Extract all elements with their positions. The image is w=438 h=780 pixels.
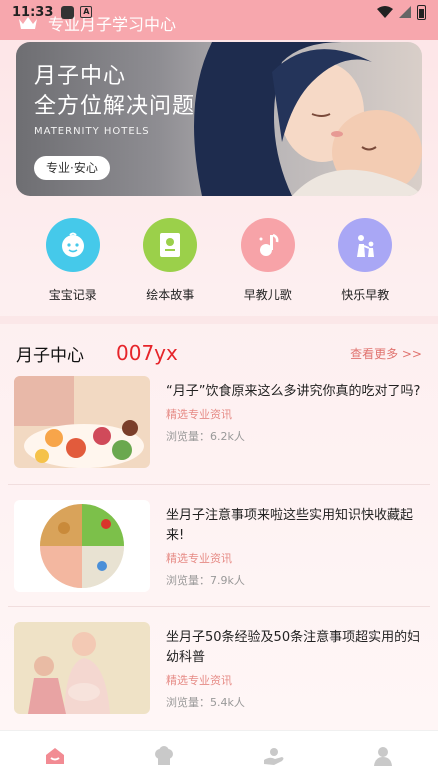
banner-pill: 专业·安心 bbox=[34, 156, 110, 180]
article-title: “月子”饮食原来这么多讲究你真的吃对了吗? bbox=[166, 384, 421, 399]
status-time: 11:33 bbox=[12, 4, 54, 20]
banner-subtitle: MATERNITY HOTELS bbox=[34, 126, 150, 137]
section-title: 月子中心 bbox=[16, 345, 84, 366]
quick-link-happy-early-ed[interactable]: 快乐早教 bbox=[325, 218, 405, 303]
quick-link-picture-book[interactable]: 绘本故事 bbox=[130, 218, 210, 303]
chef-hat-icon bbox=[155, 745, 174, 765]
section-tag: 007yx bbox=[116, 341, 178, 365]
status-bar: 11:33 A bbox=[0, 0, 438, 24]
tab-home[interactable] bbox=[25, 736, 85, 776]
battery-icon bbox=[417, 4, 426, 20]
quick-link-label: 绘本故事 bbox=[146, 288, 195, 302]
parent-child-icon bbox=[338, 218, 393, 272]
home-icon bbox=[45, 747, 64, 764]
article-item[interactable]: “月子”饮食原来这么多讲究你真的吃对了吗? 精选专业资讯 浏览量：6.2k人 bbox=[14, 376, 424, 468]
article-title: 坐月子50条经验及50条注意事项超实用的妇幼科普 bbox=[166, 630, 421, 665]
article-category: 精选专业资讯 bbox=[166, 408, 232, 421]
article-thumbnail bbox=[14, 622, 150, 714]
article-category: 精选专业资讯 bbox=[166, 674, 232, 687]
article-category: 精选专业资讯 bbox=[166, 552, 232, 565]
article-thumbnail bbox=[14, 500, 150, 592]
article-title: 坐月子注意事项来啦这些实用知识快收藏起来! bbox=[166, 508, 414, 543]
baby-face-icon bbox=[45, 218, 100, 272]
signal-icon bbox=[399, 6, 411, 18]
article-views: 浏览量：6.2k人 bbox=[166, 430, 245, 443]
quick-link-nursery-songs[interactable]: 早教儿歌 bbox=[228, 218, 308, 303]
article-thumbnail bbox=[14, 376, 150, 468]
tab-profile[interactable] bbox=[353, 736, 413, 776]
article-body: 坐月子50条经验及50条注意事项超实用的妇幼科普 精选专业资讯 浏览量：5.4k… bbox=[166, 622, 424, 714]
quick-link-baby-record[interactable]: 宝宝记录 bbox=[33, 218, 113, 303]
tab-care[interactable] bbox=[244, 736, 304, 776]
care-hand-icon bbox=[263, 747, 284, 765]
row-separator bbox=[8, 606, 430, 607]
hero-banner[interactable]: 月子中心 全方位解决问题 MATERNITY HOTELS 专业·安心 bbox=[16, 42, 422, 196]
a-indicator-icon: A bbox=[80, 6, 93, 18]
tab-recipes[interactable] bbox=[134, 736, 194, 776]
article-views: 浏览量：7.9k人 bbox=[166, 574, 245, 587]
banner-title: 月子中心 全方位解决问题 bbox=[34, 62, 195, 122]
picture-book-icon bbox=[143, 218, 198, 272]
article-item[interactable]: 坐月子注意事项来啦这些实用知识快收藏起来! 精选专业资讯 浏览量：7.9k人 bbox=[14, 500, 424, 592]
quick-links: 宝宝记录 绘本故事 早教儿歌 快乐早教 bbox=[0, 218, 438, 303]
notification-icon bbox=[61, 5, 75, 19]
banner-title-line1: 月子中心 bbox=[34, 64, 127, 89]
quick-link-label: 快乐早教 bbox=[341, 288, 390, 302]
banner-title-line2: 全方位解决问题 bbox=[34, 94, 196, 119]
article-views: 浏览量：5.4k人 bbox=[166, 696, 245, 709]
section-header: 月子中心 007yx 查看更多 >> bbox=[16, 338, 422, 368]
article-body: “月子”饮食原来这么多讲究你真的吃对了吗? 精选专业资讯 浏览量：6.2k人 bbox=[166, 376, 424, 468]
article-item[interactable]: 坐月子50条经验及50条注意事项超实用的妇幼科普 精选专业资讯 浏览量：5.4k… bbox=[14, 622, 424, 714]
quick-link-label: 早教儿歌 bbox=[243, 288, 292, 302]
article-body: 坐月子注意事项来啦这些实用知识快收藏起来! 精选专业资讯 浏览量：7.9k人 bbox=[166, 500, 424, 592]
bottom-tab-bar bbox=[0, 730, 438, 780]
wifi-icon bbox=[377, 6, 393, 18]
view-more-link[interactable]: 查看更多 >> bbox=[350, 345, 422, 362]
music-note-icon bbox=[240, 218, 295, 272]
section-divider bbox=[0, 316, 438, 324]
quick-link-label: 宝宝记录 bbox=[48, 288, 97, 302]
mother-baby-illustration bbox=[194, 42, 422, 196]
row-separator bbox=[8, 484, 430, 485]
profile-icon bbox=[374, 746, 393, 766]
